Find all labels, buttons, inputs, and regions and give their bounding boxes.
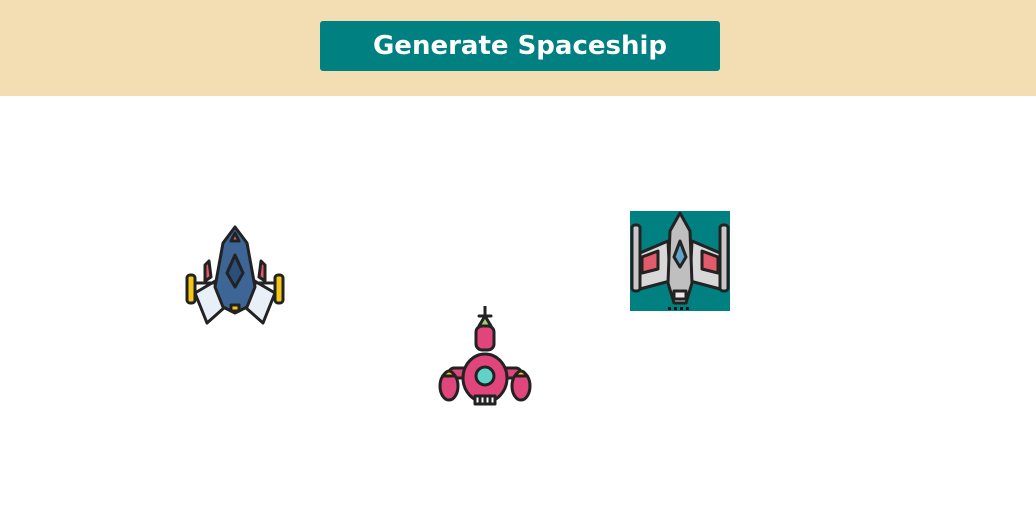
- blue-jet-spaceship-icon[interactable]: [185, 225, 285, 325]
- header-bar: Generate Spaceship: [0, 0, 1036, 96]
- gray-xwing-spaceship-icon[interactable]: [630, 211, 730, 311]
- spaceship-stage: [0, 96, 1036, 529]
- generate-spaceship-button[interactable]: Generate Spaceship: [320, 21, 720, 71]
- pink-rocket-spaceship-icon[interactable]: [435, 306, 535, 406]
